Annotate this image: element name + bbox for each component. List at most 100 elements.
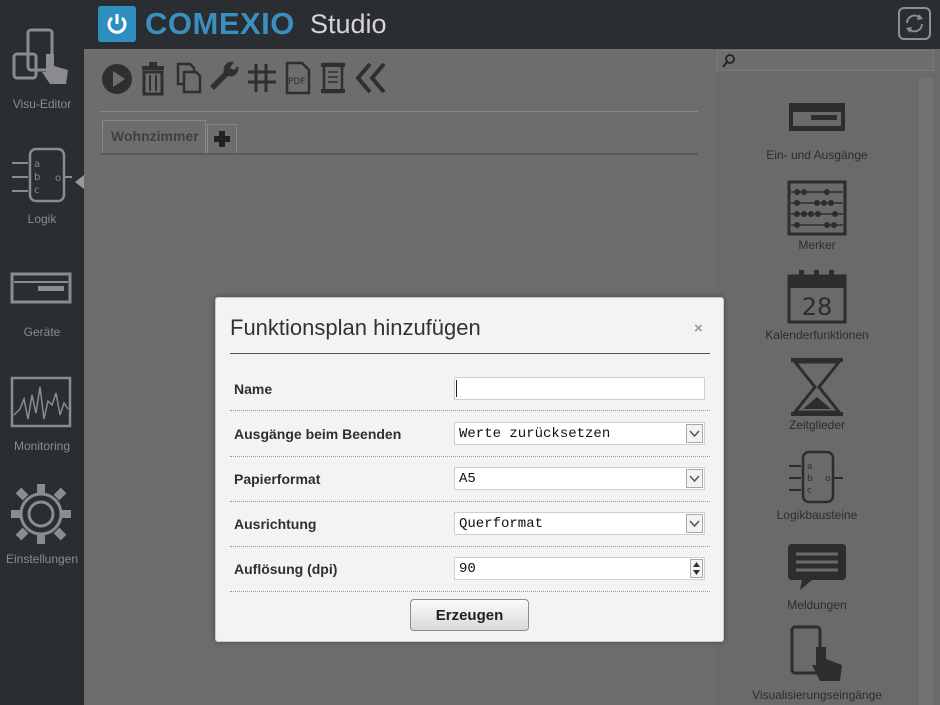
svg-text:c: c bbox=[34, 185, 40, 196]
refresh-icon bbox=[906, 14, 923, 33]
plus-icon bbox=[214, 131, 230, 147]
hourglass-icon bbox=[791, 358, 843, 416]
grid-icon bbox=[248, 64, 276, 92]
svg-text:a: a bbox=[807, 462, 813, 472]
sidebar-item-label: Visu-Editor bbox=[12, 97, 72, 111]
stepper-arrows-icon[interactable] bbox=[690, 559, 703, 578]
sidebar-item-label: Monitoring bbox=[13, 439, 71, 453]
library-item-label: Meldungen bbox=[787, 598, 847, 612]
paper-format-value: A5 bbox=[459, 471, 476, 487]
message-icon bbox=[788, 544, 846, 590]
chevron-down-icon bbox=[686, 514, 703, 533]
resolution-label: Auflösung (dpi) bbox=[234, 561, 338, 577]
app-header: COMEXIO Studio bbox=[0, 0, 940, 49]
refresh-button[interactable] bbox=[898, 7, 931, 40]
text-cursor bbox=[456, 380, 457, 397]
delete-button[interactable] bbox=[140, 60, 172, 96]
collapse-button[interactable] bbox=[354, 60, 386, 96]
power-logo-icon bbox=[98, 6, 136, 42]
add-function-plan-dialog: Funktionsplan hinzufügen × Name Ausgänge… bbox=[215, 297, 724, 642]
row-divider bbox=[230, 456, 710, 457]
trash-icon bbox=[142, 62, 164, 96]
gear-icon bbox=[11, 484, 71, 544]
close-button[interactable]: × bbox=[694, 321, 703, 336]
row-divider bbox=[230, 591, 710, 592]
orientation-select[interactable]: Querformat bbox=[454, 512, 705, 535]
sidebar-item-logik[interactable]: a b c o Logik bbox=[0, 145, 84, 230]
main-sidebar: Visu-Editor a b c o Logik Geräte Monitor bbox=[0, 0, 84, 705]
logic-block-icon: a b c o bbox=[12, 147, 72, 203]
library-item-ein-ausgaenge[interactable]: Ein- und Ausgänge bbox=[728, 100, 906, 164]
create-button[interactable]: Erzeugen bbox=[410, 599, 529, 631]
library-item-meldungen[interactable]: Meldungen bbox=[728, 540, 906, 614]
device-icon bbox=[10, 272, 72, 304]
copy-button[interactable] bbox=[174, 60, 206, 96]
row-divider bbox=[230, 546, 710, 547]
paper-format-select[interactable]: A5 bbox=[454, 467, 705, 490]
library-scrollbar[interactable] bbox=[919, 78, 933, 705]
io-device-icon bbox=[789, 103, 845, 131]
resolution-stepper[interactable]: 90 bbox=[454, 557, 705, 580]
tab-bar-divider bbox=[100, 153, 698, 155]
pdf-label: PDF bbox=[288, 77, 306, 87]
library-item-zeitglieder[interactable]: Zeitglieder bbox=[728, 357, 906, 433]
tablet-touch-icon bbox=[12, 28, 68, 84]
pdf-export-button[interactable]: PDF bbox=[284, 60, 316, 96]
library-item-merker[interactable]: Merker bbox=[728, 180, 906, 254]
outputs-label: Ausgänge beim Beenden bbox=[234, 426, 402, 442]
library-item-kalenderfunktionen[interactable]: 28 Kalenderfunktionen bbox=[728, 268, 906, 344]
paper-format-label: Papierformat bbox=[234, 471, 321, 487]
sidebar-item-visu-editor[interactable]: Visu-Editor bbox=[0, 28, 84, 118]
library-item-visualisierungseingaenge[interactable]: Visualisierungseingänge bbox=[728, 625, 906, 705]
collapse-icon bbox=[355, 62, 386, 94]
copy-icon bbox=[176, 62, 202, 94]
toolbar-divider bbox=[100, 111, 698, 112]
play-icon bbox=[102, 64, 132, 94]
sidebar-item-label: Logik bbox=[27, 212, 57, 226]
name-label: Name bbox=[234, 381, 273, 397]
sidebar-item-monitoring[interactable]: Monitoring bbox=[0, 375, 84, 460]
brand-name: COMEXIO bbox=[145, 6, 295, 41]
calendar-day: 28 bbox=[802, 293, 833, 321]
svg-text:a: a bbox=[34, 159, 40, 170]
row-divider bbox=[230, 410, 710, 411]
scroll-icon bbox=[321, 62, 345, 94]
settings-button[interactable] bbox=[208, 60, 240, 96]
library-item-label: Kalenderfunktionen bbox=[765, 328, 869, 342]
product-name: Studio bbox=[310, 9, 387, 39]
orientation-label: Ausrichtung bbox=[234, 516, 317, 532]
library-item-logikbausteine[interactable]: abc o Logikbausteine bbox=[728, 450, 906, 524]
sidebar-item-einstellungen[interactable]: Einstellungen bbox=[0, 482, 84, 572]
orientation-value: Querformat bbox=[459, 516, 544, 532]
library-item-label: Logikbausteine bbox=[776, 508, 858, 522]
sidebar-item-geraete[interactable]: Geräte bbox=[0, 268, 84, 348]
logic-block-icon: abc o bbox=[789, 450, 843, 504]
run-button[interactable] bbox=[100, 60, 132, 96]
library-search-input[interactable] bbox=[716, 50, 934, 71]
name-input[interactable] bbox=[454, 377, 705, 400]
svg-text:b: b bbox=[34, 172, 40, 183]
sidebar-item-label: Geräte bbox=[23, 325, 61, 339]
active-indicator bbox=[75, 175, 84, 189]
library-item-label: Visualisierungseingänge bbox=[752, 688, 882, 702]
svg-text:o: o bbox=[55, 173, 61, 184]
dialog-title: Funktionsplan hinzufügen bbox=[230, 315, 481, 340]
tab-wohnzimmer[interactable]: Wohnzimmer bbox=[102, 120, 206, 153]
library-item-label: Merker bbox=[798, 238, 836, 252]
grid-button[interactable] bbox=[246, 60, 278, 96]
chevron-down-icon bbox=[686, 424, 703, 443]
outputs-on-exit-select[interactable]: Werte zurücksetzen bbox=[454, 422, 705, 445]
pdf-icon: PDF bbox=[285, 61, 311, 95]
print-button[interactable] bbox=[318, 60, 350, 96]
add-tab-button[interactable] bbox=[207, 124, 237, 153]
chevron-down-icon bbox=[686, 469, 703, 488]
svg-text:b: b bbox=[807, 474, 813, 484]
resolution-value: 90 bbox=[459, 561, 476, 577]
svg-text:o: o bbox=[825, 474, 831, 484]
row-divider bbox=[230, 501, 710, 502]
search-icon bbox=[722, 54, 735, 68]
library-item-label: Ein- und Ausgänge bbox=[766, 148, 868, 162]
monitoring-chart-icon bbox=[10, 376, 72, 428]
calendar-icon: 28 bbox=[787, 270, 847, 324]
library-item-label: Zeitglieder bbox=[788, 418, 846, 432]
